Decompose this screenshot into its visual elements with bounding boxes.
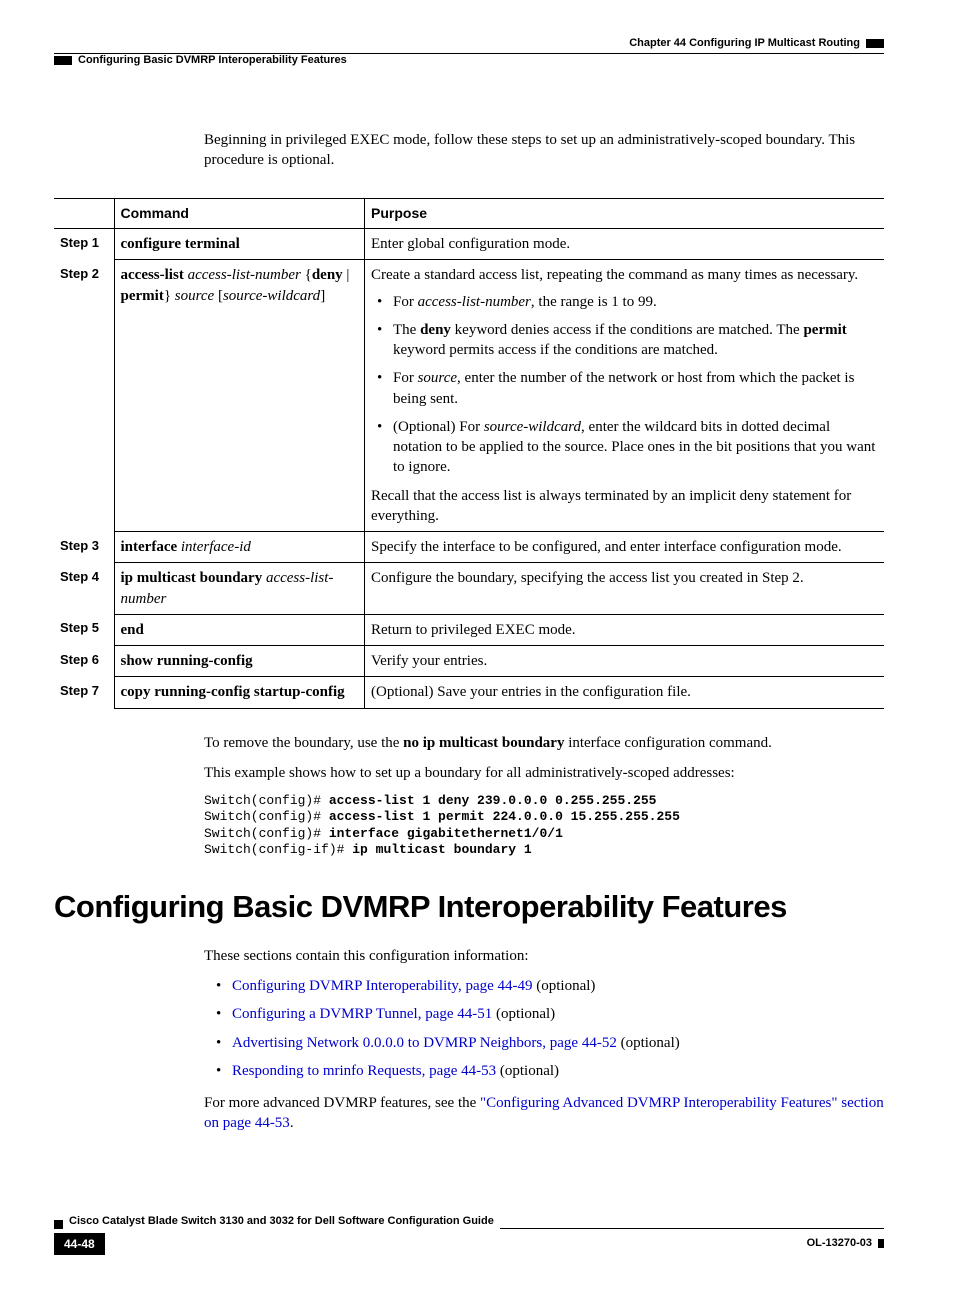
after-table-content: To remove the boundary, use the no ip mu… — [204, 733, 884, 859]
toc-section: These sections contain this configuratio… — [204, 946, 884, 1134]
purpose-text: Recall that the access list is always te… — [371, 486, 878, 527]
footer-rule — [500, 1228, 884, 1229]
step-label: Step 2 — [54, 260, 114, 532]
toc-outro: For more advanced DVMRP features, see th… — [204, 1093, 884, 1134]
intro-paragraph: Beginning in privileged EXEC mode, follo… — [204, 130, 884, 171]
guide-title: Cisco Catalyst Blade Switch 3130 and 303… — [69, 1214, 494, 1229]
procedure-table: Command Purpose Step 1 configure termina… — [54, 198, 884, 708]
col-command: Command — [114, 199, 365, 229]
toc-link[interactable]: Configuring a DVMRP Tunnel, page 44-51 — [232, 1006, 492, 1022]
code-example: Switch(config)# access-list 1 deny 239.0… — [204, 793, 884, 858]
purpose-cell: Specify the interface to be configured, … — [365, 532, 885, 563]
table-row: Step 4 ip multicast boundary access-list… — [54, 563, 884, 615]
table-row: Step 5 end Return to privileged EXEC mod… — [54, 614, 884, 645]
footer-square-icon — [54, 1220, 63, 1229]
doc-id: OL-13270-03 — [807, 1236, 872, 1251]
command-cell: end — [114, 614, 365, 645]
section-label: Configuring Basic DVMRP Interoperability… — [78, 53, 347, 68]
list-item: (Optional) For source-wildcard, enter th… — [371, 417, 878, 478]
section-heading: Configuring Basic DVMRP Interoperability… — [54, 886, 884, 928]
purpose-text: Create a standard access list, repeating… — [371, 265, 878, 285]
page-footer: Cisco Catalyst Blade Switch 3130 and 303… — [54, 1214, 884, 1255]
table-row: Step 2 access-list access-list-number {d… — [54, 260, 884, 532]
command-cell: interface interface-id — [114, 532, 365, 563]
list-item: The deny keyword denies access if the co… — [371, 320, 878, 361]
step-label: Step 7 — [54, 677, 114, 708]
page-header: Chapter 44 Configuring IP Multicast Rout… — [54, 36, 884, 51]
remove-boundary-text: To remove the boundary, use the no ip mu… — [204, 733, 884, 753]
step-label: Step 1 — [54, 229, 114, 260]
purpose-cell: Create a standard access list, repeating… — [365, 260, 885, 532]
toc-intro: These sections contain this configuratio… — [204, 946, 884, 966]
purpose-cell: Verify your entries. — [365, 646, 885, 677]
col-purpose: Purpose — [365, 199, 885, 229]
purpose-list: For access-list-number, the range is 1 t… — [371, 292, 878, 478]
purpose-cell: (Optional) Save your entries in the conf… — [365, 677, 885, 708]
example-intro: This example shows how to set up a bound… — [204, 763, 884, 783]
toc-link[interactable]: Advertising Network 0.0.0.0 to DVMRP Nei… — [232, 1035, 617, 1051]
step-label: Step 3 — [54, 532, 114, 563]
command-cell: configure terminal — [114, 229, 365, 260]
command-cell: ip multicast boundary access-list-number — [114, 563, 365, 615]
page-number-badge: 44-48 — [54, 1233, 105, 1255]
chapter-label: Chapter 44 Configuring IP Multicast Rout… — [629, 36, 860, 51]
list-item: Responding to mrinfo Requests, page 44-5… — [204, 1061, 884, 1081]
table-row: Step 3 interface interface-id Specify th… — [54, 532, 884, 563]
header-bar-icon — [54, 56, 72, 65]
list-item: For source, enter the number of the netw… — [371, 368, 878, 409]
list-item: Configuring DVMRP Interoperability, page… — [204, 976, 884, 996]
purpose-cell: Enter global configuration mode. — [365, 229, 885, 260]
purpose-cell: Configure the boundary, specifying the a… — [365, 563, 885, 615]
list-item: Configuring a DVMRP Tunnel, page 44-51 (… — [204, 1004, 884, 1024]
toc-list: Configuring DVMRP Interoperability, page… — [204, 976, 884, 1081]
table-row: Step 7 copy running-config startup-confi… — [54, 677, 884, 708]
purpose-cell: Return to privileged EXEC mode. — [365, 614, 885, 645]
footer-bar-icon — [878, 1239, 884, 1248]
toc-link[interactable]: Responding to mrinfo Requests, page 44-5… — [232, 1063, 496, 1079]
step-label: Step 6 — [54, 646, 114, 677]
table-row: Step 1 configure terminal Enter global c… — [54, 229, 884, 260]
list-item: Advertising Network 0.0.0.0 to DVMRP Nei… — [204, 1033, 884, 1053]
header-bar-icon — [866, 39, 884, 48]
table-row: Step 6 show running-config Verify your e… — [54, 646, 884, 677]
command-cell: access-list access-list-number {deny | p… — [114, 260, 365, 532]
list-item: For access-list-number, the range is 1 t… — [371, 292, 878, 312]
step-label: Step 4 — [54, 563, 114, 615]
step-label: Step 5 — [54, 614, 114, 645]
toc-link[interactable]: Configuring DVMRP Interoperability, page… — [232, 978, 533, 994]
command-cell: show running-config — [114, 646, 365, 677]
command-cell: copy running-config startup-config — [114, 677, 365, 708]
